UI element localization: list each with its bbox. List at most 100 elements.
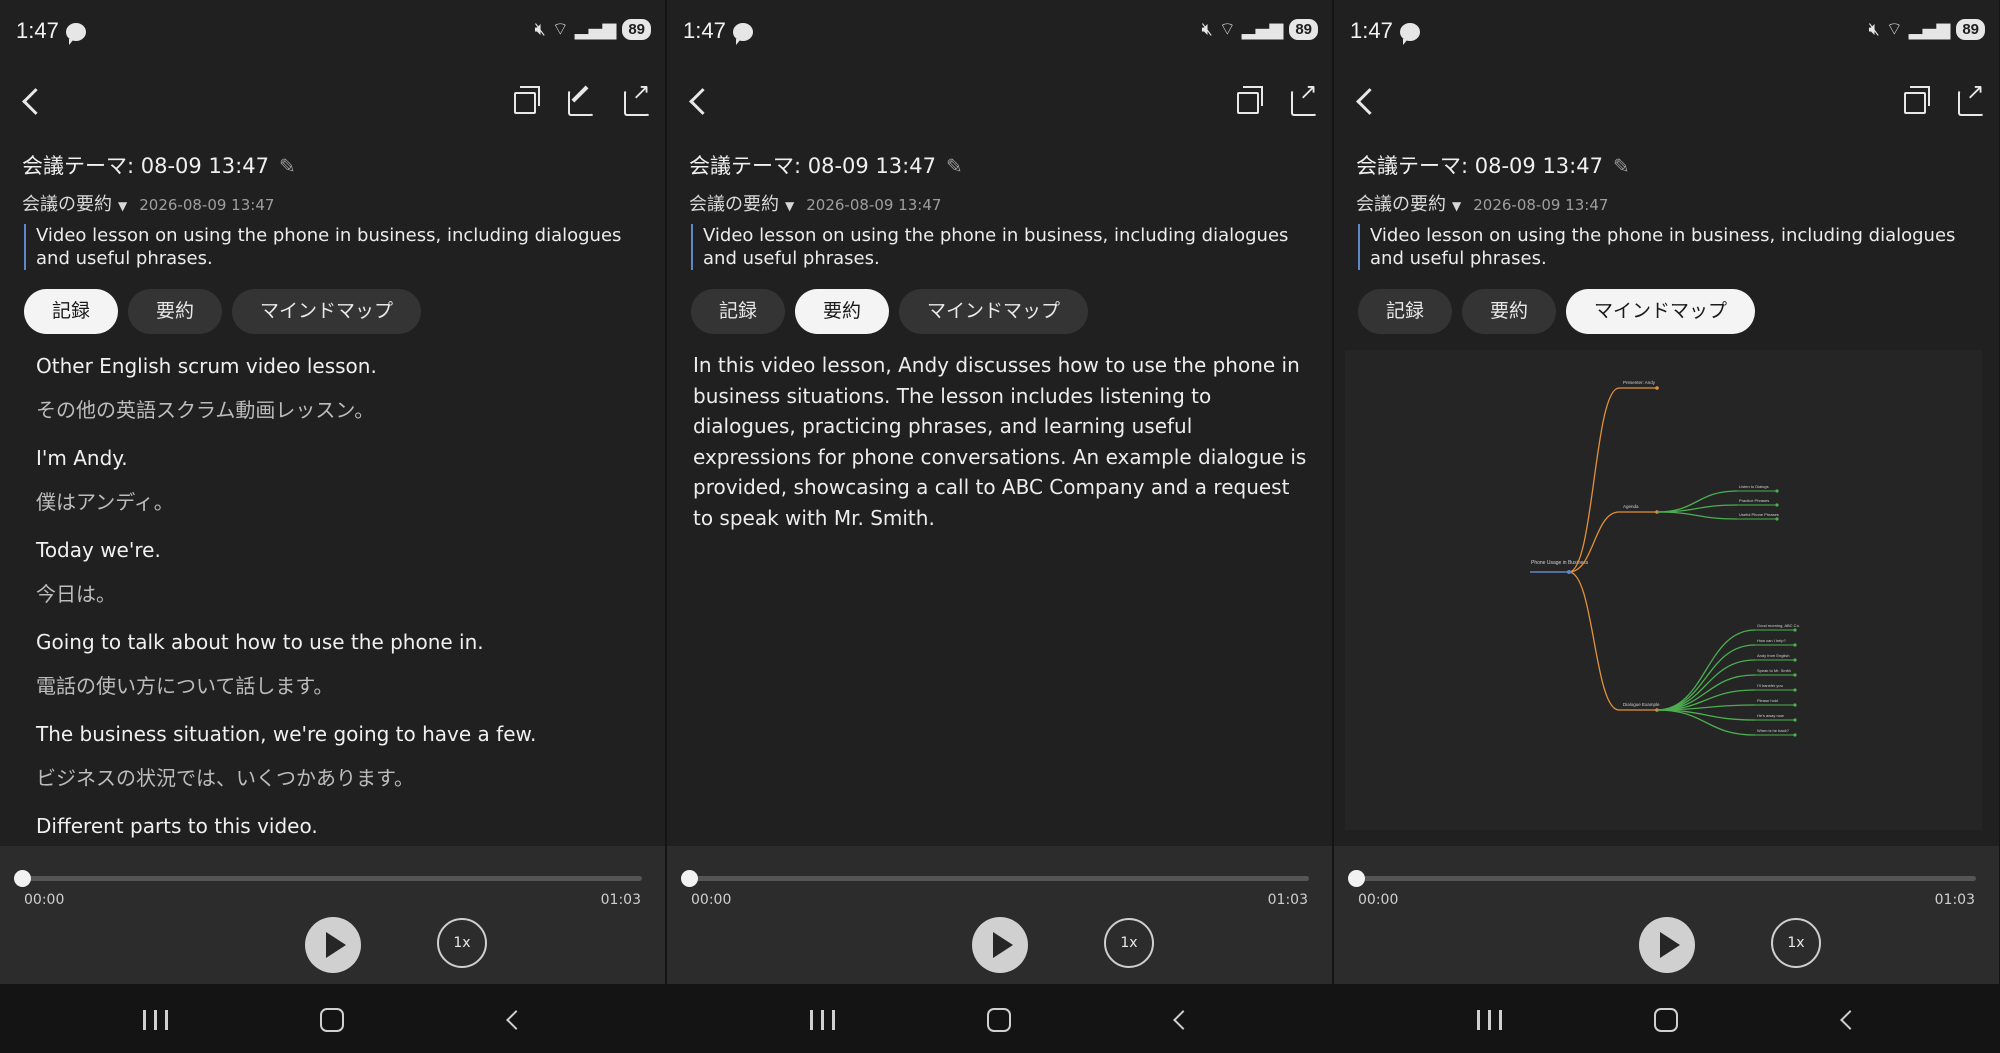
wifi-icon: ⌔: [1885, 19, 1903, 40]
transcript-ja: 今日は。: [36, 582, 116, 606]
pencil-icon[interactable]: ✎: [946, 154, 963, 178]
mindmap-dialogue-item-dot: [1793, 718, 1797, 722]
toolbar: [0, 78, 665, 126]
summary-selector[interactable]: 会議の要約 ▼ 2026-08-09 13:47: [22, 190, 274, 216]
tab-bar: 記録 要約 マインドマップ: [691, 289, 1089, 334]
mindmap-agenda-item-edge: [1656, 511, 1738, 520]
progress-track[interactable]: [22, 876, 642, 881]
current-time: 00:00: [691, 892, 732, 908]
back-button[interactable]: [685, 86, 715, 118]
play-button[interactable]: [305, 917, 361, 973]
speed-button[interactable]: 1x: [1104, 918, 1154, 968]
recent-apps-icon[interactable]: [810, 1010, 836, 1030]
home-icon[interactable]: [1654, 1008, 1678, 1032]
status-bar: 1:47 🔇︎ ⌔ ▂▄▆ 89: [1334, 0, 1999, 64]
mindmap-dialogue-item-label: He's away now: [1757, 713, 1784, 718]
copy-icon[interactable]: [1897, 82, 1933, 118]
duration: 01:03: [1934, 892, 1975, 908]
back-button[interactable]: [1352, 86, 1382, 118]
mindmap-dialogue-item-dot: [1793, 688, 1797, 692]
recent-apps-icon[interactable]: [143, 1010, 169, 1030]
tab-summary[interactable]: 要約: [128, 289, 223, 334]
mindmap-branch-dot: [1655, 386, 1659, 390]
copy-icon[interactable]: [507, 82, 543, 118]
transcript-ja: 電話の使い方について話します。: [36, 674, 334, 698]
recent-apps-icon[interactable]: [1477, 1010, 1503, 1030]
share-icon[interactable]: [1286, 80, 1322, 118]
speed-button[interactable]: 1x: [437, 918, 487, 968]
mindmap-dialogue-item-dot: [1793, 673, 1797, 677]
mindmap-branch-label: Agenda: [1623, 504, 1639, 509]
mindmap-agenda-item-label: Practice Phrases: [1739, 498, 1769, 503]
status-bar: 1:47 🔇︎ ⌔ ▂▄▆ 89: [667, 0, 1332, 64]
summary-paragraph: In this video lesson, Andy discusses how…: [693, 353, 1307, 530]
play-button[interactable]: [972, 917, 1028, 973]
mindmap-branch-label: Presenter: Andy: [1623, 380, 1656, 385]
nav-back-icon[interactable]: [1837, 1010, 1857, 1030]
mindmap-dialogue-item-label: Good morning, ABC Co.: [1757, 623, 1800, 628]
mindmap-dialogue-item-edge: [1656, 709, 1756, 736]
progress-track[interactable]: [1356, 876, 1976, 881]
summary-selector[interactable]: 会議の要約 ▼ 2026-08-09 13:47: [1356, 190, 1608, 216]
progress-track[interactable]: [689, 876, 1309, 881]
system-nav-bar: [0, 984, 665, 1053]
short-summary: Video lesson on using the phone in busin…: [24, 224, 644, 270]
nav-back-icon[interactable]: [1170, 1010, 1190, 1030]
share-icon[interactable]: [1953, 80, 1989, 118]
share-icon[interactable]: [619, 80, 655, 118]
progress-thumb[interactable]: [14, 870, 31, 887]
mindmap-dialogue-item-label: How can I help?: [1757, 638, 1786, 643]
duration: 01:03: [600, 892, 641, 908]
mindmap-dialogue-item-dot: [1793, 643, 1797, 647]
tab-record[interactable]: 記録: [1358, 289, 1453, 334]
caret-down-icon: ▼: [118, 199, 128, 213]
play-button[interactable]: [1639, 917, 1695, 973]
transcript-en: Other English scrum video lesson.: [36, 354, 377, 378]
battery-icon: 89: [1289, 19, 1318, 40]
message-notification-icon: [1400, 23, 1420, 45]
speed-button[interactable]: 1x: [1771, 918, 1821, 968]
toolbar: [667, 78, 1332, 126]
tab-mindmap[interactable]: マインドマップ: [232, 289, 422, 334]
home-icon[interactable]: [987, 1008, 1011, 1032]
tab-mindmap[interactable]: マインドマップ: [899, 289, 1089, 334]
status-time: 1:47: [683, 18, 726, 43]
mindmap-root-label: Phone Usage in Business: [1531, 560, 1589, 566]
progress-thumb[interactable]: [681, 870, 698, 887]
tab-summary[interactable]: 要約: [795, 289, 890, 334]
pencil-icon[interactable]: ✎: [279, 154, 296, 178]
edit-icon[interactable]: [563, 82, 599, 118]
mindmap-svg: Phone Usage in Business Presenter: Andy Ag…: [1530, 380, 1800, 737]
short-summary: Video lesson on using the phone in busin…: [1358, 224, 1978, 270]
back-button[interactable]: [18, 86, 48, 118]
progress-thumb[interactable]: [1348, 870, 1365, 887]
mindmap-canvas[interactable]: Phone Usage in Business Presenter: Andy Ag…: [1345, 350, 1982, 830]
mindmap-branch-label: Dialogue Example: [1623, 702, 1660, 707]
mindmap-dialogue-item-edge: [1656, 629, 1756, 711]
status-bar: 1:47 🔇︎ ⌔ ▂▄▆ 89: [0, 0, 665, 64]
mindmap-agenda-item-dot: [1775, 503, 1779, 507]
tab-record[interactable]: 記録: [24, 289, 119, 334]
status-time: 1:47: [1350, 18, 1393, 43]
screen-summary: 1:47 🔇︎ ⌔ ▂▄▆ 89 会議テーマ: 08-09 13:47✎ 会議の…: [667, 0, 1332, 1053]
status-time: 1:47: [16, 18, 59, 43]
tab-bar: 記録 要約 マインドマップ: [1358, 289, 1756, 334]
tab-mindmap[interactable]: マインドマップ: [1566, 289, 1756, 334]
mindmap-agenda-item-dot: [1775, 517, 1779, 521]
wifi-icon: ⌔: [1218, 19, 1236, 40]
mindmap-agenda-item-dot: [1775, 489, 1779, 493]
tab-summary[interactable]: 要約: [1462, 289, 1557, 334]
mindmap-dialogue-item-label: Andy from English: [1757, 653, 1789, 658]
summary-selector[interactable]: 会議の要約 ▼ 2026-08-09 13:47: [689, 190, 941, 216]
system-nav-bar: [1334, 984, 1999, 1053]
copy-icon[interactable]: [1230, 82, 1266, 118]
pencil-icon[interactable]: ✎: [1613, 154, 1630, 178]
tab-record[interactable]: 記録: [691, 289, 786, 334]
home-icon[interactable]: [320, 1008, 344, 1032]
system-nav-bar: [667, 984, 1332, 1053]
nav-back-icon[interactable]: [503, 1010, 523, 1030]
mindmap-dialogue-item-dot: [1793, 628, 1797, 632]
signal-icon: ▂▄▆: [1241, 19, 1284, 40]
battery-icon: 89: [622, 19, 651, 40]
mute-icon: 🔇︎: [1201, 19, 1213, 40]
